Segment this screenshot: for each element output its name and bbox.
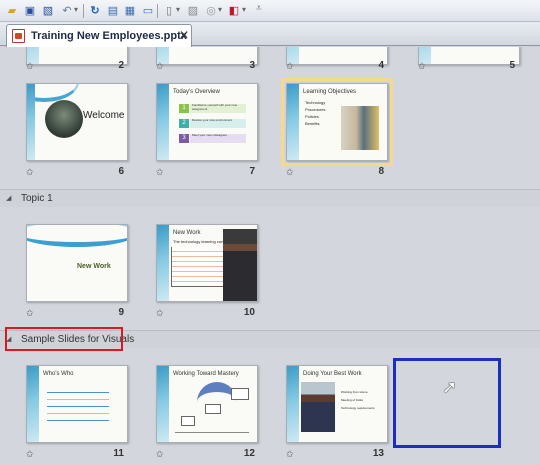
new-slide-icon[interactable]: ▤	[105, 3, 121, 19]
slide-number: 5	[509, 60, 515, 71]
save-icon[interactable]: ▣	[22, 3, 38, 19]
title-swirl	[27, 225, 127, 247]
transition-star-icon: ✩	[286, 167, 294, 177]
collapse-section-icon[interactable]: ◢	[6, 194, 11, 202]
redo-icon[interactable]: ↻	[87, 3, 103, 19]
shapes-icon[interactable]: ◎	[203, 3, 219, 19]
mouse-cursor-icon: ➚	[442, 377, 458, 397]
slide-thumbnail-11[interactable]: Who's Who	[26, 365, 128, 443]
shapes-dropdown-icon[interactable]: ▾	[218, 5, 222, 14]
slide-number: 4	[378, 60, 384, 71]
slide-number: 6	[118, 166, 124, 177]
transition-star-icon: ✩	[156, 449, 164, 459]
transition-star-icon: ✩	[418, 61, 426, 71]
slide-title: Doing Your Best Work	[303, 371, 362, 377]
document-tab-title: Training New Employees.pptx	[31, 30, 187, 42]
slide-sorter-icon[interactable]: ▦	[122, 3, 138, 19]
slide-title: Who's Who	[43, 371, 74, 377]
transition-star-icon: ✩	[26, 449, 34, 459]
transition-star-icon: ✩	[286, 449, 294, 459]
quick-access-toolbar: ▰ ▣ ▧ ↶ ▾ ↻ ▤ ▦ ▭ ▯ ▾ ▨ ◎ ▾ ◧ ▾ ⩡	[0, 0, 540, 22]
slide-thumbnail-13[interactable]: Doing Your Best Work Working from Home M…	[286, 365, 388, 443]
transition-star-icon: ✩	[26, 308, 34, 318]
slide-number: 2	[118, 60, 124, 71]
picture-icon[interactable]: ▨	[185, 3, 201, 19]
transition-star-icon: ✩	[286, 61, 294, 71]
transition-star-icon: ✩	[156, 61, 164, 71]
powerpoint-file-icon	[12, 29, 25, 43]
slide-thumbnail-10[interactable]: New Work The technology learning curve	[156, 224, 258, 302]
open-folder-icon[interactable]: ▰	[4, 3, 20, 19]
save-as-icon[interactable]: ▧	[40, 3, 56, 19]
slide-thumbnail-8[interactable]: Learning Objectives Technology Procedure…	[281, 78, 393, 166]
close-tab-icon[interactable]: ✕	[179, 28, 189, 42]
section-name[interactable]: Topic 1	[21, 193, 53, 204]
slide-number: 13	[372, 448, 384, 459]
slide-title: Working Toward Mastery	[173, 371, 239, 377]
clipboard-dropdown-icon[interactable]: ▾	[176, 5, 180, 14]
toolbar-separator	[157, 4, 158, 18]
slide-title: New Work	[77, 263, 111, 270]
people-photo	[341, 106, 379, 150]
slide-number: 7	[249, 166, 255, 177]
section-header-highlight	[5, 327, 123, 351]
slide-thumbnail-12[interactable]: Working Toward Mastery	[156, 365, 258, 443]
slide-thumbnail-9[interactable]: New Work	[26, 224, 128, 302]
document-tab[interactable]: Training New Employees.pptx ✕	[6, 24, 192, 47]
businessman-photo	[223, 229, 257, 301]
drop-target-indicator	[393, 358, 501, 448]
toolbar-separator	[83, 4, 84, 18]
document-tab-strip: Training New Employees.pptx ✕	[0, 22, 540, 47]
undo-dropdown-icon[interactable]: ▾	[74, 5, 78, 14]
slide-title: Learning Objectives	[303, 89, 357, 95]
transition-star-icon: ✩	[26, 61, 34, 71]
learning-curve-chart	[171, 247, 225, 287]
undo-icon[interactable]: ↶	[59, 3, 75, 19]
slide-title: Today's Overview	[173, 89, 220, 95]
slide-number: 8	[378, 166, 384, 177]
office-worker-photo	[301, 382, 335, 432]
slide-number: 9	[118, 307, 124, 318]
slide-number: 3	[249, 60, 255, 71]
clipboard-icon[interactable]: ▯	[161, 3, 177, 19]
theme-colors-icon[interactable]: ◧	[226, 3, 242, 19]
theme-colors-dropdown-icon[interactable]: ▾	[242, 5, 246, 14]
transition-star-icon: ✩	[156, 167, 164, 177]
slide-thumbnail-7[interactable]: Today's Overview 1 Familiarize yourself …	[156, 83, 258, 161]
slide-number: 11	[113, 448, 124, 459]
slide-number: 10	[243, 307, 255, 318]
team-photo	[45, 100, 83, 138]
section-header-topic-1[interactable]: ◢ Topic 1	[0, 189, 540, 207]
customize-toolbar-icon[interactable]: ⩡	[256, 3, 262, 14]
slide-title: Welcome	[83, 110, 125, 121]
slide-number: 12	[243, 448, 255, 459]
print-preview-icon[interactable]: ▭	[140, 3, 156, 19]
transition-star-icon: ✩	[156, 308, 164, 318]
slide-thumbnail-6[interactable]: Welcome	[26, 83, 128, 161]
transition-star-icon: ✩	[26, 167, 34, 177]
slide-title: New Work	[173, 230, 201, 236]
